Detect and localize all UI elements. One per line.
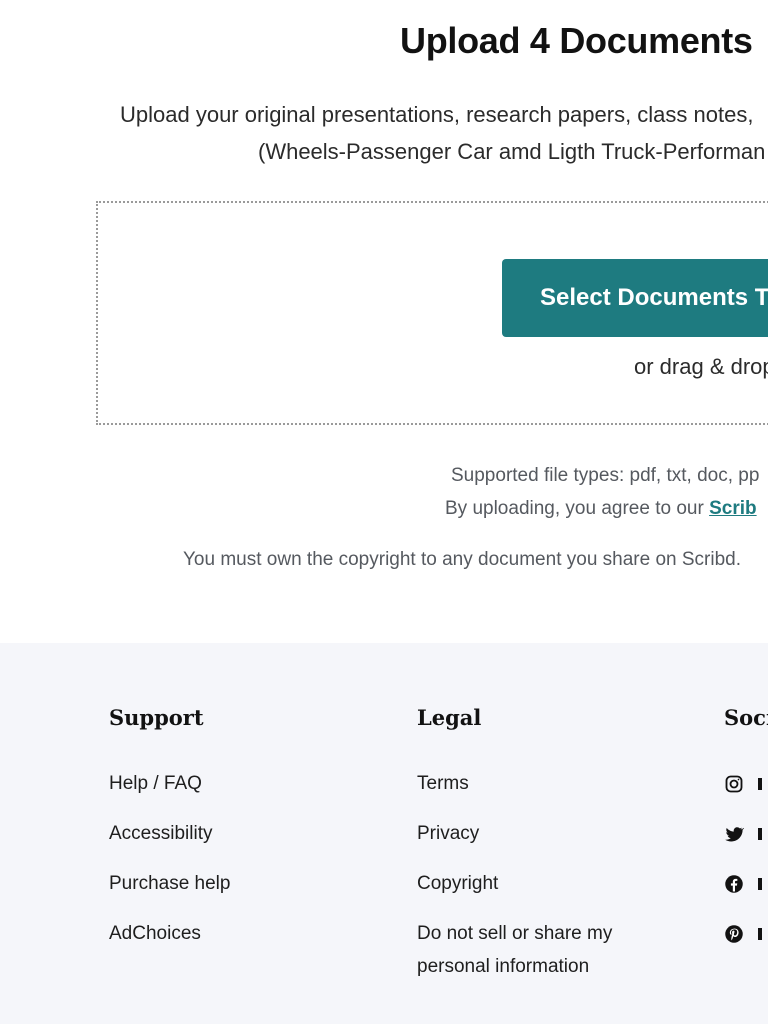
instagram-icon[interactable] <box>724 774 744 794</box>
footer-support-column: Support Help / FAQ Accessibility Purchas… <box>109 705 230 967</box>
footer-link-help-faq-label[interactable]: Help / FAQ <box>109 773 202 794</box>
footer-link-purchase-help[interactable]: Purchase help <box>109 867 230 900</box>
footer-link-accessibility[interactable]: Accessibility <box>109 817 230 850</box>
footer-link-copyright[interactable]: Copyright <box>417 867 647 900</box>
upload-description-line-2: (Wheels-Passenger Car amd Ligth Truck-Pe… <box>258 139 766 164</box>
copyright-notice: You must own the copyright to any docume… <box>183 549 742 570</box>
upload-page: Upload 4 Documents Upload your original … <box>0 0 768 1024</box>
footer-link-do-not-sell[interactable]: Do not sell or share my personal informa… <box>417 917 647 983</box>
footer-link-help-faq[interactable]: Help / FAQ <box>109 767 230 800</box>
footer-link-privacy[interactable]: Privacy <box>417 817 647 850</box>
footer-social-heading: Soci <box>724 705 768 730</box>
upload-description-line-1: Upload your original presentations, rese… <box>120 102 754 127</box>
select-documents-button[interactable]: Select Documents T <box>502 259 768 337</box>
twitter-icon[interactable] <box>724 824 744 844</box>
pinterest-icon[interactable] <box>724 924 744 944</box>
social-link-instagram[interactable] <box>724 767 768 800</box>
site-footer: Support Help / FAQ Accessibility Purchas… <box>0 643 768 1024</box>
social-label-fragment <box>758 777 762 790</box>
page-title: Upload 4 Documents <box>400 20 753 61</box>
social-label-fragment <box>758 877 762 890</box>
footer-social-column: Soci <box>724 705 768 967</box>
terms-agreement: By uploading, you agree to our Scrib <box>445 498 757 520</box>
footer-legal-heading: Legal <box>417 705 482 730</box>
footer-link-accessibility-label[interactable]: Accessibility <box>109 823 212 844</box>
drag-drop-hint: or drag & drop <box>634 354 768 379</box>
footer-social-list <box>724 767 768 950</box>
footer-link-adchoices[interactable]: AdChoices <box>109 917 230 950</box>
scribd-terms-link[interactable]: Scrib <box>709 498 757 519</box>
footer-link-terms-label[interactable]: Terms <box>417 773 469 794</box>
footer-link-adchoices-label[interactable]: AdChoices <box>109 923 201 944</box>
social-label-fragment <box>758 927 762 940</box>
social-link-twitter[interactable] <box>724 817 768 850</box>
terms-agreement-text: By uploading, you agree to our <box>445 498 710 519</box>
supported-file-types: Supported file types: pdf, txt, doc, pp <box>451 465 760 486</box>
footer-link-terms[interactable]: Terms <box>417 767 647 800</box>
footer-link-copyright-label[interactable]: Copyright <box>417 873 498 894</box>
social-link-pinterest[interactable] <box>724 917 768 950</box>
footer-link-purchase-help-label[interactable]: Purchase help <box>109 873 230 894</box>
footer-legal-list: Terms Privacy Copyright Do not sell or s… <box>417 767 647 983</box>
facebook-icon[interactable] <box>724 874 744 894</box>
footer-support-list: Help / FAQ Accessibility Purchase help A… <box>109 767 230 950</box>
footer-legal-column: Legal Terms Privacy Copyright Do not sel… <box>417 705 647 1000</box>
footer-link-privacy-label[interactable]: Privacy <box>417 823 479 844</box>
social-link-facebook[interactable] <box>724 867 768 900</box>
footer-link-do-not-sell-label[interactable]: Do not sell or share my personal informa… <box>417 923 612 977</box>
upload-description: Upload your original presentations, rese… <box>120 96 765 170</box>
footer-support-heading: Support <box>109 705 204 730</box>
social-label-fragment <box>758 827 762 840</box>
